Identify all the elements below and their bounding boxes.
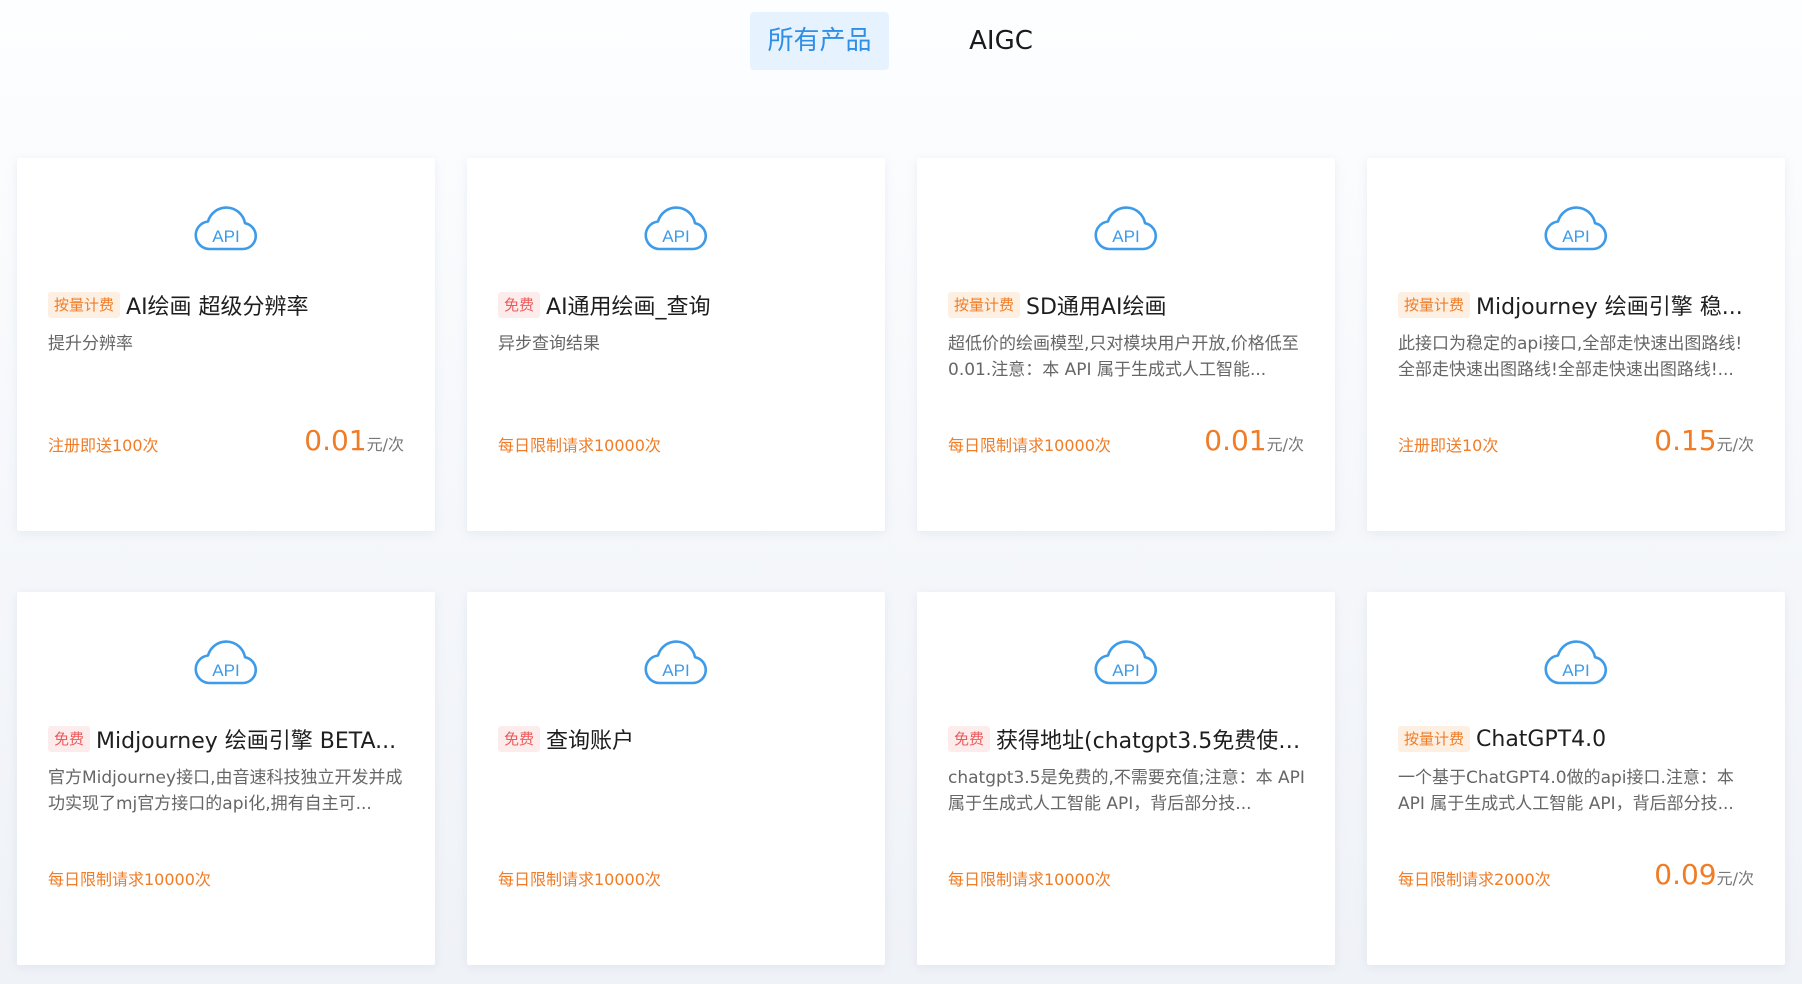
api-cloud-icon: API: [1544, 640, 1608, 685]
card-title-row: 按量计费 AI绘画 超级分辨率: [48, 289, 408, 321]
api-cloud-icon: API: [644, 640, 708, 685]
api-cloud-icon: API: [1094, 640, 1158, 685]
api-cloud-icon: API: [194, 640, 258, 685]
quota-note: 每日限制请求10000次: [948, 870, 1111, 889]
card-title-row: 免费 AI通用绘画_查询: [498, 289, 858, 321]
api-cloud-icon: API: [1544, 206, 1608, 251]
quota-note: 每日限制请求2000次: [1398, 870, 1551, 889]
quota-note: 每日限制请求10000次: [948, 436, 1111, 455]
api-icon-label: API: [662, 227, 689, 246]
price: 0.15元/次: [1654, 424, 1754, 457]
price-unit: 元/次: [1716, 435, 1754, 454]
price: 0.09元/次: [1654, 858, 1754, 891]
product-title: Midjourney 绘画引擎 稳...: [1476, 295, 1743, 320]
product-card[interactable]: API 免费 获得地址(chatgpt3.5免费使用) chatgpt3.5是免费的,…: [917, 592, 1335, 965]
price-value: 0.15: [1654, 424, 1717, 457]
price: 0.01元/次: [1204, 424, 1304, 457]
billing-badge: 免费: [48, 726, 91, 752]
category-tabs: 所有产品 AIGC: [0, 12, 1802, 70]
product-card[interactable]: API 按量计费 SD通用AI绘画超低价的绘画模型,只对模块用户开放,价格低至0.0…: [917, 158, 1335, 531]
api-icon-label: API: [1112, 227, 1139, 246]
api-cloud-icon: API: [194, 206, 258, 251]
product-description: 一个基于ChatGPT4.0做的api接口.注意：本 API 属于生成式人工智能…: [1398, 768, 1734, 814]
price-unit: 元/次: [1716, 869, 1754, 888]
api-icon-label: API: [1112, 661, 1139, 680]
quota-note: 每日限制请求10000次: [498, 436, 661, 455]
product-card[interactable]: API 免费 AI通用绘画_查询异步查询结果每日限制请求10000次: [467, 158, 885, 531]
billing-badge: 按量计费: [1398, 292, 1471, 318]
card-title-row: 按量计费 SD通用AI绘画: [948, 289, 1308, 321]
product-card[interactable]: API 免费 查询账户每日限制请求10000次: [467, 592, 885, 965]
billing-badge: 免费: [948, 726, 991, 752]
product-description: 官方Midjourney接口,由音速科技独立开发并成功实现了mj官方接口的api…: [48, 768, 403, 814]
card-title-row: 按量计费 ChatGPT4.0: [1398, 723, 1758, 755]
api-icon-label: API: [1562, 227, 1589, 246]
billing-badge: 按量计费: [948, 292, 1021, 318]
card-title-row: 按量计费 Midjourney 绘画引擎 稳...: [1398, 289, 1758, 321]
product-description: 此接口为稳定的api接口,全部走快速出图路线!全部走快速出图路线!全部走快速出图…: [1398, 334, 1743, 380]
product-title: 获得地址(chatgpt3.5免费使用): [996, 729, 1308, 754]
api-icon-label: API: [212, 227, 239, 246]
product-title: SD通用AI绘画: [1026, 295, 1167, 320]
product-card[interactable]: API 按量计费 Midjourney 绘画引擎 稳... 此接口为稳定的api接口,…: [1367, 158, 1785, 531]
api-cloud-icon: API: [1094, 206, 1158, 251]
api-icon-label: API: [662, 661, 689, 680]
quota-note: 每日限制请求10000次: [498, 870, 661, 889]
billing-badge: 按量计费: [48, 292, 121, 318]
api-cloud-icon: API: [644, 206, 708, 251]
product-title: AI绘画 超级分辨率: [126, 295, 309, 320]
price: 0.01元/次: [304, 424, 404, 457]
quota-note: 每日限制请求10000次: [48, 870, 211, 889]
price-unit: 元/次: [1266, 435, 1304, 454]
product-title: AI通用绘画_查询: [546, 295, 711, 320]
quota-note: 注册即送100次: [48, 436, 159, 455]
product-title: ChatGPT4.0: [1476, 726, 1607, 752]
api-icon-label: API: [1562, 661, 1589, 680]
product-description: 超低价的绘画模型,只对模块用户开放,价格低至0.01.注意：本 API 属于生成…: [948, 334, 1299, 380]
quota-note: 注册即送10次: [1398, 436, 1499, 455]
product-description: 提升分辨率: [48, 334, 133, 354]
price-value: 0.01: [1204, 424, 1267, 457]
card-title-row: 免费 获得地址(chatgpt3.5免费使用): [948, 723, 1308, 755]
product-description: chatgpt3.5是免费的,不需要充值;注意：本 API 属于生成式人工智能 …: [948, 768, 1305, 814]
price-value: 0.09: [1654, 858, 1717, 891]
card-title-row: 免费 Midjourney 绘画引擎 BETA...: [48, 723, 408, 755]
product-card[interactable]: API 按量计费 ChatGPT4.0 一个基于ChatGPT4.0做的api接口.注…: [1367, 592, 1785, 965]
product-card[interactable]: API 按量计费 AI绘画 超级分辨率提升分辨率注册即送100次 0.01元/次: [17, 158, 435, 531]
card-title-row: 免费 查询账户: [498, 723, 858, 755]
product-title: Midjourney 绘画引擎 BETA...: [96, 729, 397, 754]
tab-all-products[interactable]: 所有产品: [750, 12, 889, 70]
price-value: 0.01: [304, 424, 367, 457]
product-card[interactable]: API 免费 Midjourney 绘画引擎 BETA... 官方Midjourney…: [17, 592, 435, 965]
billing-badge: 按量计费: [1398, 726, 1471, 752]
api-icon-label: API: [212, 661, 239, 680]
price-unit: 元/次: [366, 435, 404, 454]
product-description: 异步查询结果: [498, 334, 600, 354]
product-title: 查询账户: [546, 729, 635, 754]
tab-aigc[interactable]: AIGC: [940, 12, 1062, 70]
billing-badge: 免费: [498, 292, 541, 318]
billing-badge: 免费: [498, 726, 541, 752]
